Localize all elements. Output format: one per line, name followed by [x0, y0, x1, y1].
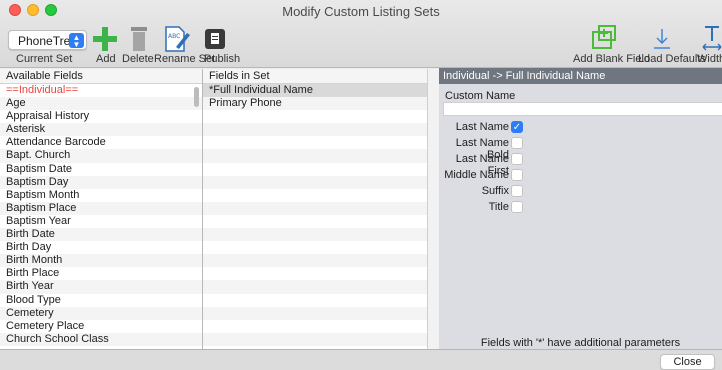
field-detail-panel: Custom Name Last Name ✓ Last Name Bold Last…: [439, 84, 722, 349]
field-detail-header: Individual -> Full Individual Name: [439, 68, 722, 84]
empty-row: [203, 294, 427, 307]
list-item[interactable]: Baptism Date: [0, 163, 202, 176]
empty-row: [203, 215, 427, 228]
delete-button-label[interactable]: Delete: [122, 53, 154, 65]
available-fields-scrollbar[interactable]: [194, 87, 199, 107]
option-checkbox[interactable]: [511, 137, 523, 149]
parameters-note: Fields with '*' have additional paramete…: [480, 337, 681, 349]
empty-row: [203, 110, 427, 123]
width-text-icon[interactable]: [702, 24, 722, 52]
empty-row: [203, 228, 427, 242]
fields-in-set-header: Fields in Set: [203, 69, 427, 84]
list-item[interactable]: Appraisal History: [0, 110, 202, 123]
list-item[interactable]: ==Individual==: [0, 84, 202, 97]
list-item[interactable]: Birth Day: [0, 241, 202, 254]
trash-icon[interactable]: [129, 26, 149, 52]
custom-name-input[interactable]: [443, 102, 722, 116]
option-checkbox[interactable]: [511, 153, 523, 165]
option-checkbox[interactable]: [511, 169, 523, 181]
option-label: Middle Name: [444, 169, 509, 181]
list-item[interactable]: Birth Date: [0, 228, 202, 242]
add-blank-field-icon[interactable]: [591, 24, 617, 50]
bottom-bar: Close: [0, 349, 722, 370]
list-item[interactable]: Asterisk: [0, 123, 202, 137]
window-title: Modify Custom Listing Sets: [282, 4, 440, 19]
empty-row: [203, 189, 427, 202]
option-checkbox[interactable]: [511, 201, 523, 213]
list-item[interactable]: *Full Individual Name: [203, 84, 427, 98]
empty-row: [203, 267, 427, 280]
chevron-updown-icon: ▲ ▼: [69, 33, 84, 49]
add-button-label[interactable]: Add: [96, 53, 116, 65]
publish-document-icon[interactable]: [205, 29, 225, 49]
empty-row: [203, 241, 427, 254]
download-arrow-icon[interactable]: [652, 28, 672, 50]
option-label: Suffix: [481, 185, 509, 197]
list-item[interactable]: Baptism Month: [0, 189, 202, 202]
list-item[interactable]: Cemetery Place: [0, 320, 202, 333]
list-item[interactable]: Blood Type: [0, 294, 202, 307]
empty-row: [203, 136, 427, 149]
add-plus-icon[interactable]: [92, 26, 118, 52]
option-checkbox[interactable]: ✓: [511, 121, 523, 133]
empty-row: [203, 280, 427, 294]
list-item[interactable]: Birth Year: [0, 280, 202, 294]
publish-button-label[interactable]: Publish: [204, 53, 240, 65]
empty-row: [203, 123, 427, 137]
option-checkbox[interactable]: [511, 185, 523, 197]
list-item[interactable]: Cemetery: [0, 306, 202, 320]
list-item[interactable]: Attendance Barcode: [0, 136, 202, 149]
empty-row: [203, 149, 427, 163]
width-button-label[interactable]: Width: [697, 53, 722, 65]
load-defaults-button-label[interactable]: Load Defaults: [638, 53, 706, 65]
list-item[interactable]: Baptism Place: [0, 201, 202, 215]
list-item[interactable]: Church School Class: [0, 332, 202, 346]
rename-document-icon[interactable]: ABC: [163, 25, 191, 53]
empty-row: [203, 306, 427, 320]
list-item[interactable]: Birth Place: [0, 267, 202, 280]
svg-text:ABC: ABC: [168, 33, 180, 40]
list-item[interactable]: Baptism Year: [0, 215, 202, 228]
option-label: Last Name: [455, 121, 509, 133]
current-set-select[interactable]: PhoneTree ▲ ▼: [8, 30, 87, 50]
modify-custom-listing-sets-window: Modify Custom Listing Sets PhoneTree ▲ ▼ …: [0, 0, 722, 370]
empty-row: [203, 332, 427, 346]
empty-row: [203, 201, 427, 215]
list-item[interactable]: Bapt. Church: [0, 149, 202, 163]
option-label: Title: [488, 201, 509, 213]
list-item[interactable]: Age: [0, 97, 202, 111]
custom-name-label: Custom Name: [445, 90, 516, 102]
empty-row: [203, 175, 427, 189]
close-button[interactable]: Close: [660, 354, 715, 370]
list-item[interactable]: Birth Month: [0, 254, 202, 268]
toolbar: Modify Custom Listing Sets PhoneTree ▲ ▼ …: [0, 0, 722, 68]
list-item[interactable]: Baptism Day: [0, 175, 202, 189]
current-set-label: Current Set: [16, 53, 73, 65]
empty-row: [203, 163, 427, 176]
available-fields-list[interactable]: ==Individual== Age Appraisal History Asteri…: [0, 84, 202, 349]
list-item[interactable]: Primary Phone: [203, 97, 427, 111]
fields-in-set-list[interactable]: *Full Individual Name Primary Phone: [203, 84, 427, 349]
available-fields-header: Available Fields: [0, 69, 202, 84]
splitter-gutter: [428, 69, 439, 349]
empty-row: [203, 254, 427, 268]
empty-row: [203, 320, 427, 333]
